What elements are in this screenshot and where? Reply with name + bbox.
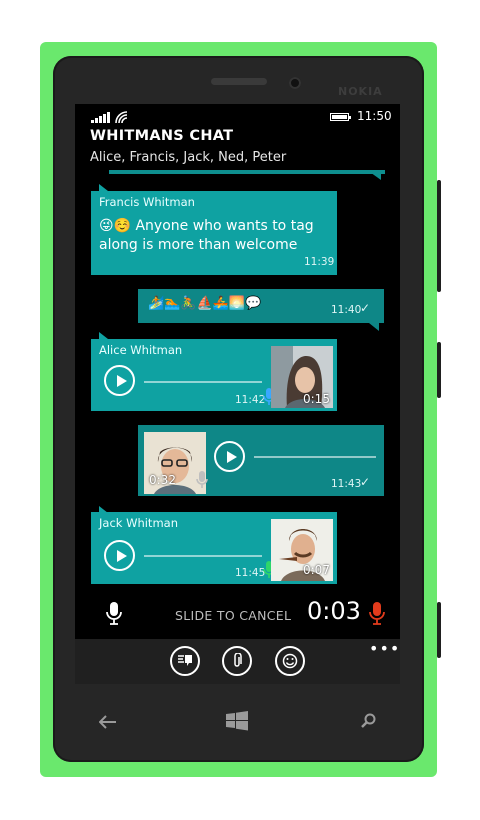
volume-button	[437, 180, 441, 292]
app-bar: •••	[75, 639, 400, 684]
audio-progress-track[interactable]	[144, 555, 262, 557]
windows-start-icon[interactable]	[226, 711, 248, 735]
message-time: 11:45	[235, 567, 266, 579]
sender-name: Alice Whitman	[99, 343, 183, 357]
chat-members[interactable]: Alice, Francis, Jack, Ned, Peter	[90, 150, 286, 165]
more-menu-button[interactable]: •••	[369, 639, 400, 658]
emoji-message: 🏄🏊🚴⛵🚣🌅💬	[148, 296, 262, 311]
front-camera	[289, 77, 301, 89]
status-bar: 11:50	[75, 104, 400, 128]
emoji-prefix: 😜☺️	[99, 218, 132, 234]
quick-reply-icon[interactable]	[170, 646, 200, 676]
sender-name: Jack Whitman	[99, 516, 178, 530]
recording-mic-icon[interactable]	[369, 602, 385, 630]
message-bubble-incoming[interactable]: Francis Whitman 😜☺️ Anyone who wants to …	[91, 191, 337, 275]
wifi-icon	[115, 109, 129, 128]
voice-message-incoming[interactable]: Alice Whitman 11:42 0:15	[91, 339, 337, 411]
record-mic-icon[interactable]	[106, 602, 122, 630]
sender-name: Francis Whitman	[99, 195, 195, 209]
search-icon[interactable]	[361, 713, 376, 732]
voice-duration: 0:32	[149, 473, 176, 487]
play-button[interactable]	[104, 365, 135, 396]
chat-title[interactable]: WHITMANS CHAT	[90, 128, 233, 144]
signal-bars-icon	[91, 112, 110, 123]
message-time: 11:43	[331, 478, 362, 490]
back-arrow-icon[interactable]	[98, 714, 117, 733]
message-time: 11:42	[235, 394, 266, 406]
mic-icon	[196, 471, 208, 495]
emoji-icon[interactable]	[275, 646, 305, 676]
message-time: 11:39	[304, 256, 335, 268]
battery-icon	[330, 113, 351, 121]
delivered-check-icon: ✓	[360, 301, 371, 315]
message-body: Anyone who wants to tag along is more th…	[99, 218, 314, 253]
slide-to-cancel-label[interactable]: SLIDE TO CANCEL	[175, 608, 291, 623]
power-button	[437, 342, 441, 398]
voice-duration: 0:07	[303, 563, 330, 577]
message-bubble-outgoing[interactable]: 🏄🏊🚴⛵🚣🌅💬 11:40 ✓	[138, 289, 384, 323]
voice-duration: 0:15	[303, 392, 330, 406]
earpiece-speaker	[211, 78, 267, 85]
camera-button	[437, 602, 441, 658]
voice-message-outgoing[interactable]: 0:32 11:43 ✓	[138, 425, 384, 496]
play-button[interactable]	[214, 441, 245, 472]
message-text: 😜☺️ Anyone who wants to tag along is mor…	[99, 217, 329, 255]
audio-progress-track[interactable]	[144, 381, 262, 383]
voice-message-incoming[interactable]: Jack Whitman 11:45 0:07	[91, 512, 337, 584]
phone-screen: 11:50 WHITMANS CHAT Alice, Francis, Jack…	[75, 104, 400, 684]
attach-icon[interactable]	[222, 646, 252, 676]
audio-progress-track[interactable]	[254, 456, 376, 458]
message-time: 11:40	[331, 304, 362, 316]
delivered-check-icon: ✓	[360, 475, 371, 489]
bubble-tail	[99, 184, 108, 191]
brand-logo: NOKIA	[338, 85, 383, 98]
bubble-tail	[99, 332, 108, 339]
play-button[interactable]	[104, 540, 135, 571]
recording-timer: 0:03	[307, 597, 361, 625]
bubble-tail	[369, 323, 379, 331]
status-time: 11:50	[357, 109, 392, 123]
previous-message-edge	[109, 170, 385, 174]
previous-message-tail	[367, 170, 381, 180]
